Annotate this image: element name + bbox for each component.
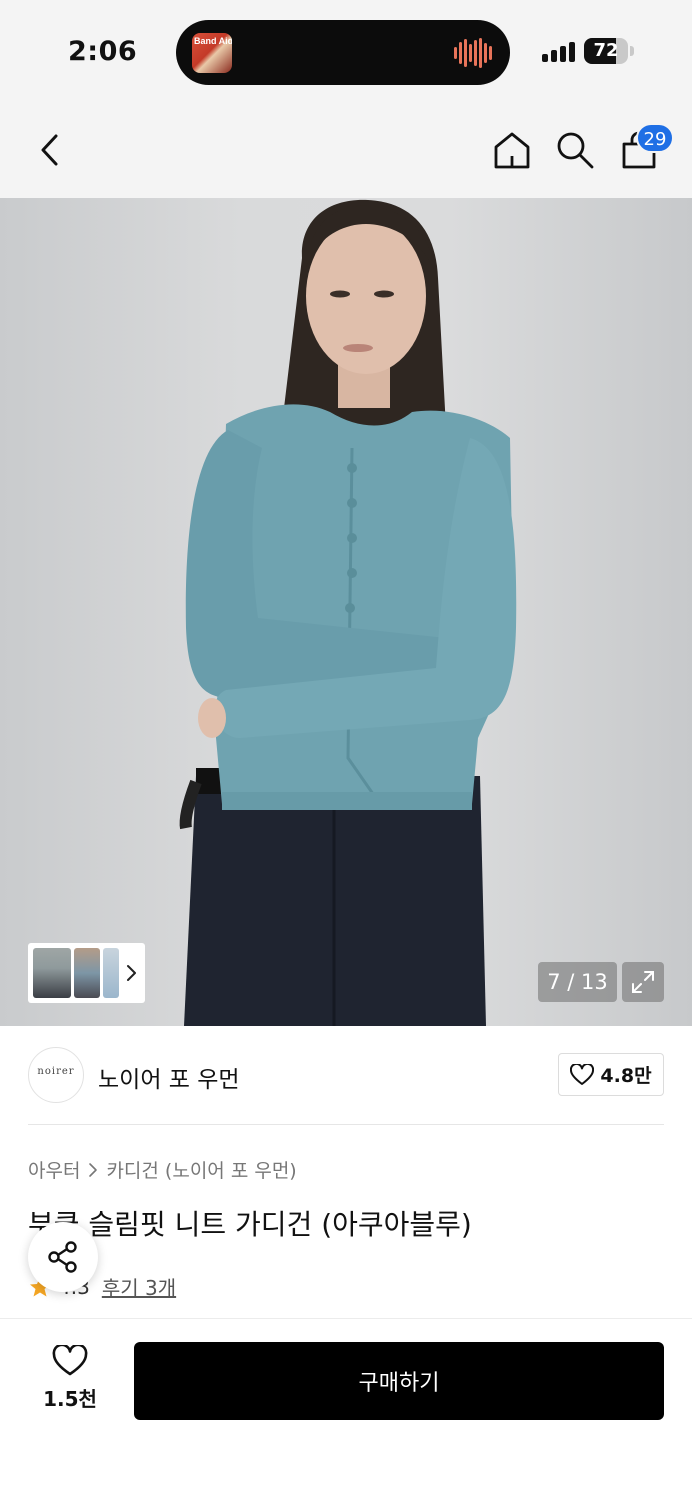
brand-name[interactable]: 노이어 포 우먼 [98,1060,240,1094]
audio-waveform-icon [454,38,492,68]
breadcrumb-category[interactable]: 아우터 [28,1156,80,1183]
share-icon [48,1241,77,1273]
bottom-action-bar: 1.5천 구매하기 [0,1318,692,1500]
chevron-right-icon [89,1162,98,1177]
brand-like-count: 4.8만 [600,1065,652,1087]
back-icon [41,134,58,166]
model-photo [179,199,517,1026]
dynamic-island[interactable]: Band Aid [176,20,510,85]
status-time: 2:06 [68,36,138,67]
product-image[interactable]: 7 / 13 [0,198,692,1026]
expand-image-button[interactable] [622,962,664,1002]
battery-tip [630,46,634,56]
share-button[interactable] [28,1222,98,1292]
home-button[interactable] [490,128,534,172]
battery-level: 72 [593,40,619,61]
thumbnail-image[interactable] [103,948,119,998]
thumbnail-image[interactable] [33,948,71,998]
product-title: 부클 슬림핏 니트 가디건 (아쿠아블루) [28,1208,472,1241]
image-page-counter: 7 / 13 [538,962,617,1002]
divider [28,1124,664,1125]
search-icon [557,132,594,169]
search-button[interactable] [553,128,597,172]
cellular-signal-icon [542,42,576,62]
review-link[interactable]: 후기 3개 [102,1272,176,1301]
heart-icon [52,1343,88,1376]
cart-count-badge: 29 [636,123,674,153]
now-playing-album-art[interactable]: Band Aid [192,33,232,73]
thumbnail-image[interactable] [74,948,100,998]
back-button[interactable] [28,128,72,172]
breadcrumb-subcategory[interactable]: 카디건 (노이어 포 우먼) [106,1156,296,1183]
wishlist-button[interactable]: 1.5천 [28,1343,112,1417]
album-art-text: Band Aid [194,36,232,46]
brand-row: noirer 노이어 포 우먼 4.8만 [0,1026,692,1126]
expand-icon [632,971,654,993]
nav-bar [0,100,692,198]
buy-button[interactable]: 구매하기 [134,1342,664,1420]
battery-icon: 72 [584,38,628,64]
brand-like-button[interactable]: 4.8만 [558,1053,664,1096]
wishlist-count: 1.5천 [43,1387,97,1411]
status-bar: 2:06 Band Aid 72 [0,0,692,100]
heart-icon [570,1063,595,1085]
brand-logo[interactable]: noirer [28,1047,84,1103]
breadcrumb: 아우터 카디건 (노이어 포 우먼) [28,1156,297,1183]
brand-logo-text: noirer [37,1066,75,1077]
thumbnail-strip[interactable] [28,943,145,1003]
home-icon [494,132,530,169]
chevron-right-icon [127,965,136,981]
